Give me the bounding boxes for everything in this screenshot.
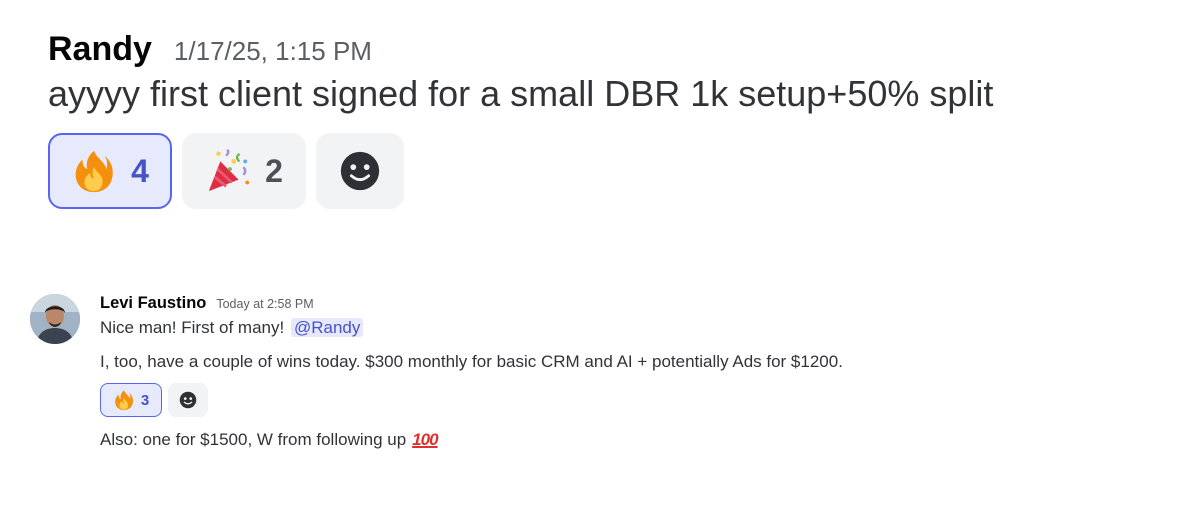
message-header: Randy 1/17/25, 1:15 PM [48, 30, 1168, 69]
reaction-count: 4 [131, 152, 149, 189]
add-reaction-icon [337, 148, 383, 194]
add-reaction-button[interactable] [316, 133, 404, 209]
reaction-count: 3 [140, 391, 150, 409]
message-text: Nice man! First of many! [100, 318, 285, 337]
author-name[interactable]: Randy [48, 30, 152, 69]
party-popper-icon [205, 148, 251, 194]
fire-reaction-button[interactable]: 4 [48, 133, 172, 209]
author-name[interactable]: Levi Faustino [100, 294, 206, 313]
fire-reaction-button[interactable]: 3 [100, 383, 162, 417]
message-header: Levi Faustino Today at 2:58 PM [100, 294, 1160, 313]
message-content: ayyyy first client signed for a small DB… [48, 73, 994, 114]
message-line: Nice man! First of many! @Randy [100, 317, 1160, 339]
hundred-points-icon: 100 [412, 430, 438, 449]
reactions-bar: 4 2 [48, 133, 1168, 209]
message-body: Levi Faustino Today at 2:58 PM Nice man!… [100, 294, 1160, 451]
party-reaction-button[interactable]: 2 [182, 133, 306, 209]
chat-view: Randy 1/17/25, 1:15 PM ayyyy first clien… [0, 0, 1200, 519]
message-timestamp: Today at 2:58 PM [216, 297, 314, 311]
reaction-count: 2 [265, 152, 283, 189]
fire-icon [71, 148, 117, 194]
message-text: Also: one for $1500, W from following up [100, 430, 407, 449]
message-line: I, too, have a couple of wins today. $30… [100, 352, 843, 371]
message-timestamp: 1/17/25, 1:15 PM [173, 36, 372, 66]
message-line: Also: one for $1500, W from following up… [100, 429, 1160, 451]
reactions-bar: 3 [100, 383, 1160, 417]
user-mention[interactable]: @Randy [290, 318, 364, 337]
fire-icon [113, 389, 135, 411]
add-reaction-icon [177, 389, 199, 411]
add-reaction-button[interactable] [168, 383, 208, 417]
message-randy: Randy 1/17/25, 1:15 PM ayyyy first clien… [48, 30, 1168, 209]
avatar[interactable] [30, 294, 80, 344]
